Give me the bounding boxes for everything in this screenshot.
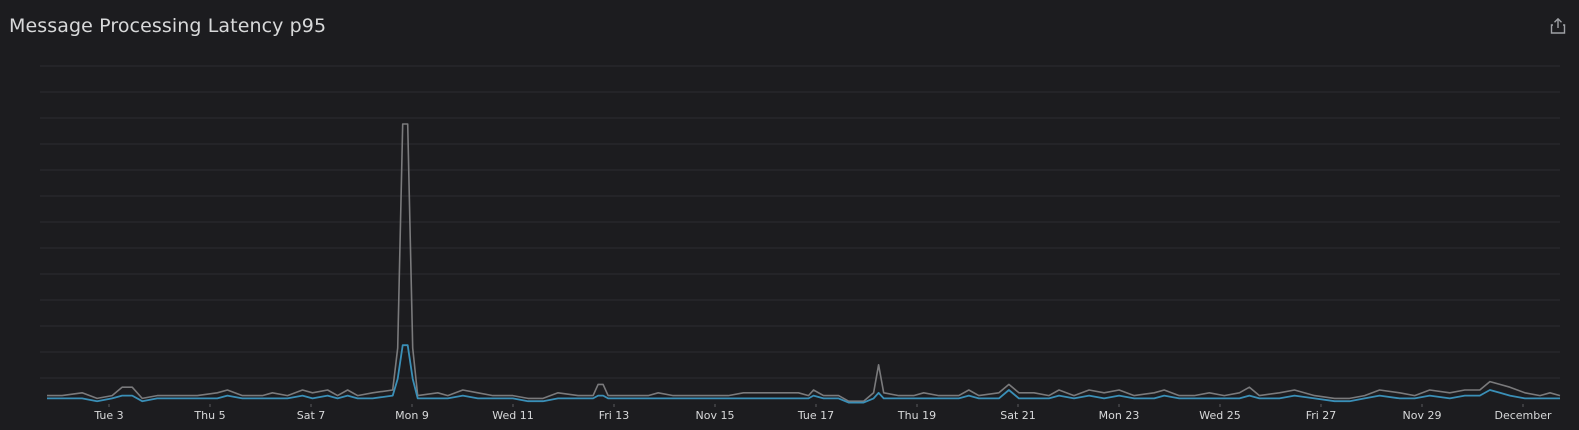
x-tick-label: Tue 17 [797, 409, 834, 422]
grid-lines [40, 65, 1560, 379]
x-tick-label: Sat 21 [1000, 409, 1036, 422]
series-lines [47, 123, 1561, 404]
x-tick-label: Mon 23 [1099, 409, 1140, 422]
line-chart: Tue 3 Thu 5 Sat 7 Mon 9 Wed 11 Fri 13 Nov 15 Tu… [40, 65, 1561, 422]
x-tick-label: Nov 29 [1403, 409, 1442, 422]
series-line-0 [47, 123, 1561, 402]
x-tick-label: Sat 7 [297, 409, 326, 422]
x-axis: Tue 3 Thu 5 Sat 7 Mon 9 Wed 11 Fri 13 Nov 15 Tu… [93, 404, 1552, 422]
x-tick-label: Fri 27 [1306, 409, 1337, 422]
x-tick-label: Wed 11 [492, 409, 533, 422]
x-tick-label: Wed 25 [1199, 409, 1240, 422]
x-tick-label: Thu 19 [897, 409, 936, 422]
x-tick-label: Nov 15 [696, 409, 735, 422]
x-tick-label: Fri 13 [599, 409, 630, 422]
x-tick-label: Mon 9 [395, 409, 429, 422]
chart-panel: Message Processing Latency p95 Tue 3 Thu … [0, 0, 1579, 430]
x-tick-label: December [1494, 409, 1552, 422]
x-tick-label: Tue 3 [93, 409, 123, 422]
x-tick-label: Thu 5 [193, 409, 225, 422]
